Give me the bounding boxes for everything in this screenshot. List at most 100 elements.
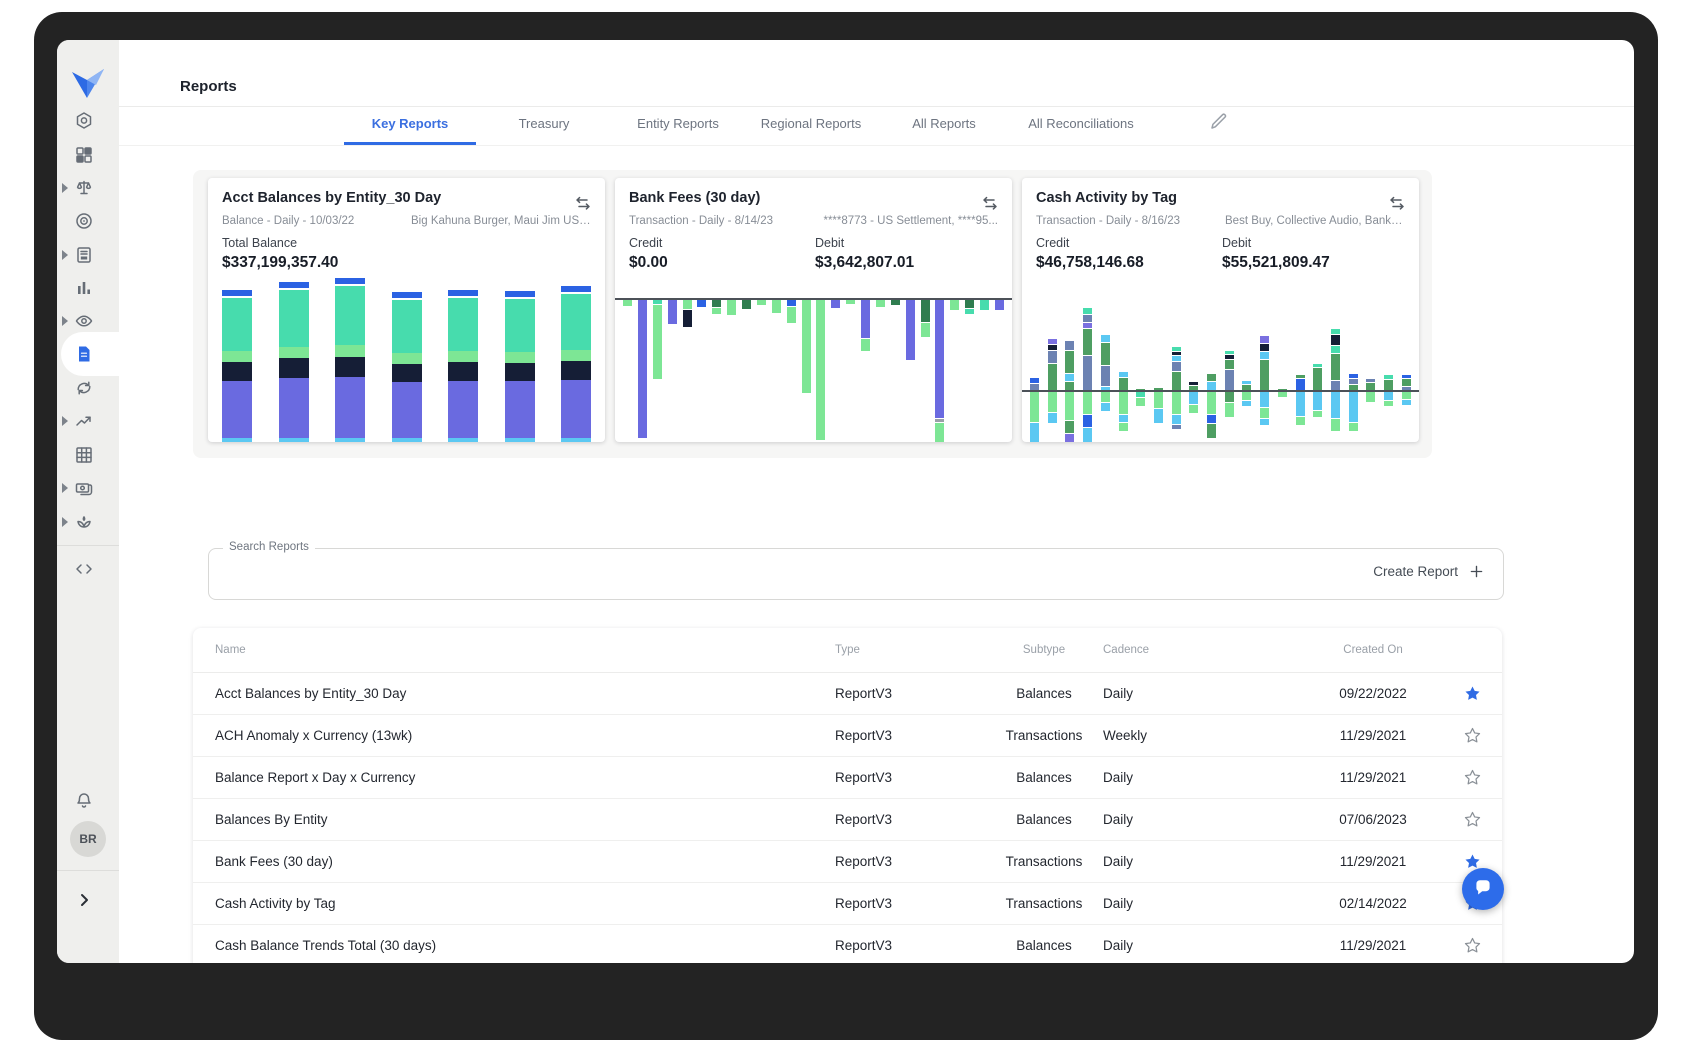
chart-bar	[653, 300, 662, 379]
chart-bar	[1154, 306, 1163, 442]
chart-bar	[683, 300, 692, 327]
col-header-subtype[interactable]: Subtype	[985, 644, 1103, 656]
chart-bar	[757, 300, 766, 305]
swap-arrows-icon[interactable]	[573, 194, 593, 214]
col-header-type[interactable]: Type	[835, 644, 985, 656]
document-icon	[74, 344, 94, 364]
search-reports-input[interactable]: Search Reports Create Report	[208, 548, 1504, 600]
report-subtype: Balances	[985, 938, 1103, 953]
chart-bar	[876, 300, 885, 307]
star-outline-icon[interactable]	[1443, 810, 1502, 829]
star-outline-icon[interactable]	[1443, 936, 1502, 955]
report-name[interactable]: Balance Report x Day x Currency	[215, 770, 835, 785]
col-header-created-on[interactable]: Created On	[1303, 644, 1443, 656]
tab-regional-reports[interactable]: Regional Reports	[761, 116, 861, 131]
star-filled-icon[interactable]	[1443, 852, 1502, 871]
money-icon	[74, 478, 94, 498]
avatar[interactable]: BR	[70, 821, 106, 857]
table-row[interactable]: Cash Balance Trends Total (30 days)Repor…	[193, 924, 1502, 963]
chart-bar	[727, 300, 736, 315]
report-name[interactable]: Acct Balances by Entity_30 Day	[215, 686, 835, 701]
sidebar-item-money[interactable]	[57, 471, 119, 505]
caret-right-icon[interactable]	[60, 181, 70, 195]
star-outline-icon[interactable]	[1443, 768, 1502, 787]
col-header-cadence[interactable]: Cadence	[1103, 644, 1303, 656]
star-filled-icon[interactable]	[1443, 684, 1502, 703]
caret-right-icon[interactable]	[60, 414, 70, 428]
report-card-cash-activity[interactable]: Cash Activity by TagTransaction - Daily …	[1022, 178, 1419, 442]
sidebar-collapse-button[interactable]	[57, 883, 119, 917]
hexagon-gear-icon	[74, 111, 94, 131]
create-report-label: Create Report	[1373, 564, 1458, 579]
page-title: Reports	[180, 78, 237, 95]
sidebar-item-ledger[interactable]	[57, 238, 119, 272]
table-row[interactable]: ACH Anomaly x Currency (13wk)ReportV3Tra…	[193, 714, 1502, 756]
sidebar-item-balance-scale[interactable]	[57, 171, 119, 205]
card-stat: Debit$55,521,809.47	[1222, 236, 1330, 272]
hanging-bar-chart	[615, 298, 1012, 442]
edit-tabs-button[interactable]	[1208, 112, 1228, 132]
stat-value: $55,521,809.47	[1222, 254, 1330, 272]
sidebar-item-target[interactable]	[57, 204, 119, 238]
sidebar-item-trend[interactable]	[57, 404, 119, 438]
report-card-bank-fees[interactable]: Bank Fees (30 day) Transaction - Daily - …	[615, 178, 1012, 442]
card-title: Bank Fees (30 day)	[629, 190, 760, 206]
card-subtitle: Transaction - Daily - 8/14/23	[629, 215, 773, 227]
stat-label: Credit	[1036, 236, 1144, 250]
create-report-button[interactable]: Create Report	[1373, 563, 1485, 580]
swap-arrows-icon[interactable]	[980, 194, 1000, 214]
col-header-name[interactable]: Name	[215, 644, 835, 656]
star-outline-icon[interactable]	[1443, 726, 1502, 745]
balance-scale-icon	[74, 178, 94, 198]
tab-entity-reports[interactable]: Entity Reports	[637, 116, 719, 131]
sidebar-item-code[interactable]	[57, 552, 119, 586]
chart-bar	[1349, 306, 1358, 442]
table-row[interactable]: Balance Report x Day x CurrencyReportV3B…	[193, 756, 1502, 798]
table-row[interactable]: Balances By EntityReportV3BalancesDaily0…	[193, 798, 1502, 840]
report-created-on: 09/22/2022	[1303, 686, 1443, 701]
table-row[interactable]: Acct Balances by Entity_30 DayReportV3Ba…	[193, 673, 1502, 714]
report-card-acct-balances[interactable]: Acct Balances by Entity_30 DayBalance - …	[208, 178, 605, 442]
stat-value: $3,642,807.01	[815, 254, 914, 272]
card-subtitle: Transaction - Daily - 8/16/23	[1036, 215, 1180, 227]
chart-bar	[1136, 306, 1145, 442]
notifications-button[interactable]	[57, 784, 119, 818]
report-name[interactable]: Bank Fees (30 day)	[215, 854, 835, 869]
report-type: ReportV3	[835, 854, 985, 869]
table-row[interactable]: Cash Activity by TagReportV3Transactions…	[193, 882, 1502, 924]
card-stat: Credit$46,758,146.68	[1036, 236, 1144, 272]
chart-bar	[448, 290, 478, 442]
report-cadence: Daily	[1103, 812, 1303, 827]
stat-label: Total Balance	[222, 236, 338, 250]
trovata-logo-icon[interactable]	[68, 65, 108, 105]
chart-bar	[965, 300, 974, 314]
sidebar-item-dashboard[interactable]	[57, 138, 119, 172]
caret-right-icon[interactable]	[60, 515, 70, 529]
swap-arrows-icon[interactable]	[1387, 194, 1407, 214]
sidebar-item-plant[interactable]	[57, 505, 119, 539]
chart-bar	[1172, 306, 1181, 442]
chart-bar	[846, 300, 855, 304]
caret-right-icon[interactable]	[60, 314, 70, 328]
report-name[interactable]: Cash Balance Trends Total (30 days)	[215, 938, 835, 953]
sidebar-item-hexagon-gear[interactable]	[57, 104, 119, 138]
caret-right-icon[interactable]	[60, 248, 70, 262]
tab-key-reports[interactable]: Key Reports	[372, 116, 449, 131]
report-name[interactable]: ACH Anomaly x Currency (13wk)	[215, 728, 835, 743]
tab-all-reconciliations[interactable]: All Reconciliations	[1028, 116, 1134, 131]
chat-launcher-button[interactable]	[1462, 868, 1504, 910]
report-name[interactable]: Cash Activity by Tag	[215, 896, 835, 911]
report-name[interactable]: Balances By Entity	[215, 812, 835, 827]
table-row[interactable]: Bank Fees (30 day)ReportV3TransactionsDa…	[193, 840, 1502, 882]
sidebar-item-bar-chart[interactable]	[57, 271, 119, 305]
tab-all-reports[interactable]: All Reports	[912, 116, 976, 131]
tab-treasury[interactable]: Treasury	[519, 116, 570, 131]
chart-bar	[1331, 306, 1340, 442]
sidebar-item-table-grid[interactable]	[57, 438, 119, 472]
sidebar-item-document[interactable]	[57, 337, 119, 371]
plant-icon	[74, 512, 94, 532]
caret-right-icon[interactable]	[60, 481, 70, 495]
target-icon	[74, 211, 94, 231]
chart-bar	[935, 300, 944, 442]
sidebar-item-sync[interactable]	[57, 371, 119, 405]
